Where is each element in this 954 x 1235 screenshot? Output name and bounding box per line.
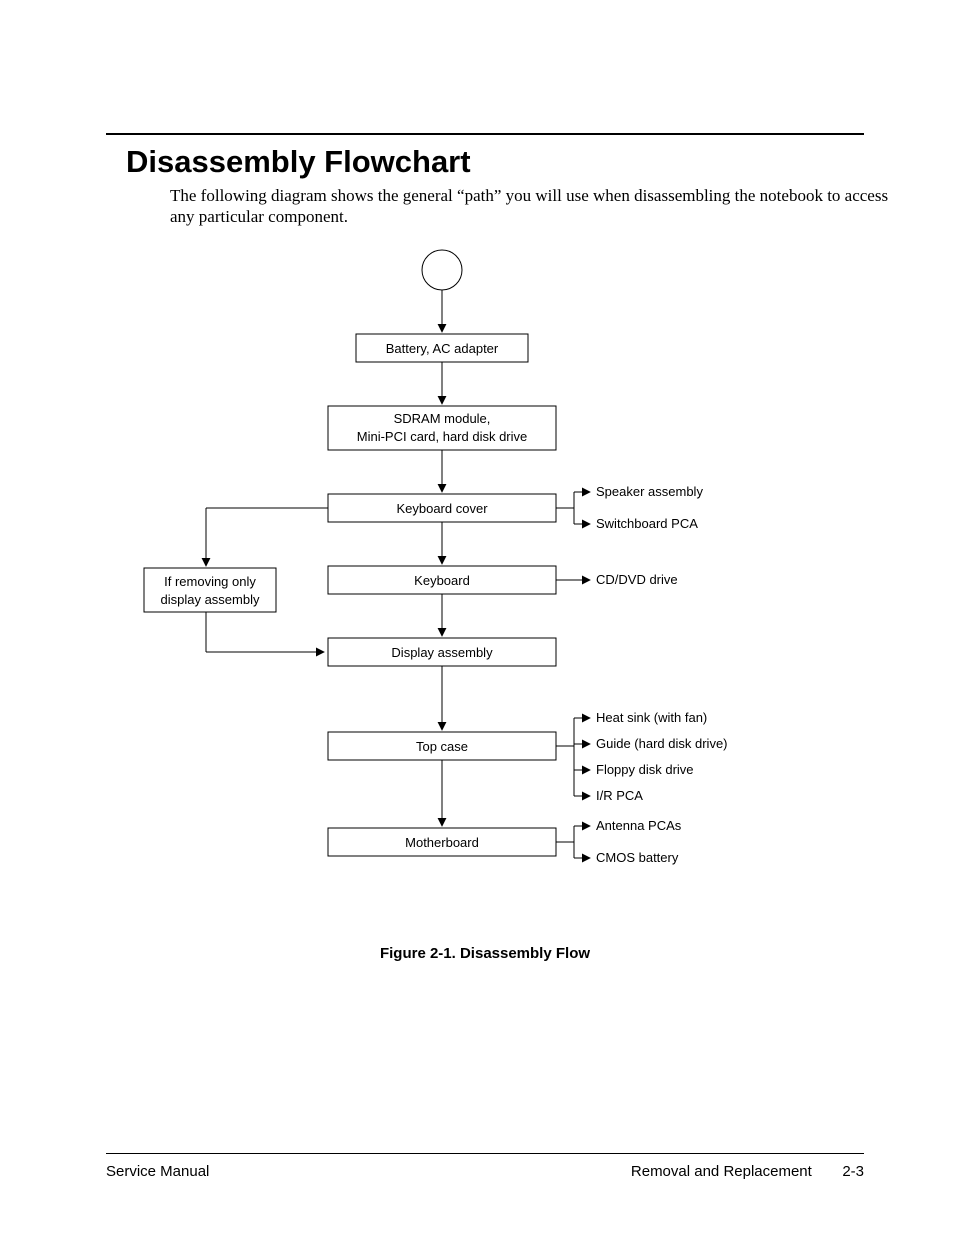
footer: Service Manual Removal and Replacement 2… bbox=[106, 1163, 864, 1180]
branch-guide: Guide (hard disk drive) bbox=[596, 736, 728, 751]
side-note-line2: display assembly bbox=[161, 592, 260, 607]
side-note-line1: If removing only bbox=[164, 574, 256, 589]
node-sdram-line2: Mini-PCI card, hard disk drive bbox=[357, 429, 528, 444]
branch-antenna: Antenna PCAs bbox=[596, 818, 682, 833]
flowchart: Battery, AC adapter SDRAM module, Mini-P… bbox=[106, 238, 864, 926]
branch-cddvd: CD/DVD drive bbox=[596, 572, 678, 587]
node-sdram-line1: SDRAM module, bbox=[394, 411, 491, 426]
footer-left: Service Manual bbox=[106, 1163, 209, 1180]
branch-switchboard: Switchboard PCA bbox=[596, 516, 698, 531]
rule-bottom bbox=[106, 1153, 864, 1154]
branch-cmos: CMOS battery bbox=[596, 850, 679, 865]
figure-caption: Figure 2-1. Disassembly Flow bbox=[106, 945, 864, 962]
node-keyboard: Keyboard bbox=[414, 573, 470, 588]
node-battery: Battery, AC adapter bbox=[386, 341, 499, 356]
footer-right: Removal and Replacement bbox=[631, 1163, 812, 1180]
node-topcase: Top case bbox=[416, 739, 468, 754]
intro-text: The following diagram shows the general … bbox=[170, 185, 902, 228]
node-display: Display assembly bbox=[391, 645, 493, 660]
branch-floppy: Floppy disk drive bbox=[596, 762, 694, 777]
branch-irpca: I/R PCA bbox=[596, 788, 643, 803]
node-motherboard: Motherboard bbox=[405, 835, 479, 850]
page-title: Disassembly Flowchart bbox=[126, 144, 471, 180]
rule-top bbox=[106, 133, 864, 135]
branch-heatsink: Heat sink (with fan) bbox=[596, 710, 707, 725]
branch-speaker: Speaker assembly bbox=[596, 484, 703, 499]
footer-page: 2-3 bbox=[816, 1163, 864, 1180]
node-kbcover: Keyboard cover bbox=[396, 501, 488, 516]
